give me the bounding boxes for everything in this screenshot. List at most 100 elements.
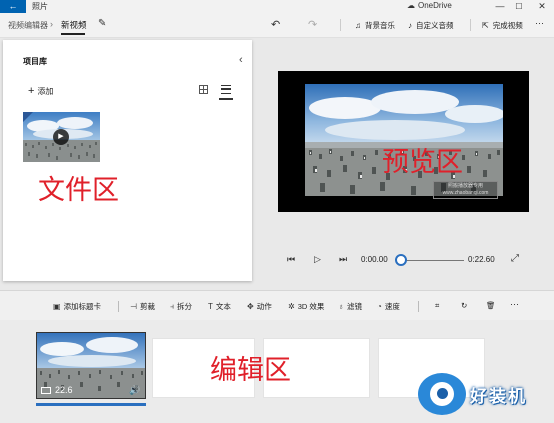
3d-effects-label: 3D 效果 xyxy=(297,302,325,311)
video-preview[interactable]: 预览区 照搬播放器专用 www.zhaobanqi.com xyxy=(278,71,529,212)
collapse-chevron-icon[interactable]: ‹ xyxy=(239,54,243,66)
redo-icon[interactable]: ↷ xyxy=(308,18,317,31)
library-video-thumbnail[interactable]: ▶ xyxy=(23,112,100,162)
split-button[interactable]: ⫞ 拆分 xyxy=(170,301,192,312)
rename-pencil-icon[interactable]: ✎ xyxy=(98,18,106,29)
motion-icon: ✥ xyxy=(247,302,254,311)
video-clip-icon xyxy=(41,387,51,394)
resize-icon[interactable]: ⌗ xyxy=(435,301,439,311)
finish-video-button[interactable]: ⇱ 完成视频 xyxy=(482,20,523,31)
play-button-icon[interactable]: ▷ xyxy=(314,254,321,265)
logo-pupil xyxy=(437,388,448,399)
skip-back-icon[interactable]: ⏮ xyxy=(287,254,295,265)
onedrive-label: OneDrive xyxy=(418,1,452,10)
custom-audio-label: 自定义音频 xyxy=(416,21,454,30)
playback-controls: ⏮ ▷ ⏭ 0:00.00 0:22.60 ⤢ xyxy=(278,250,529,270)
cloud-icon: ☁ xyxy=(407,1,415,10)
rotate-icon[interactable]: ↻ xyxy=(461,301,467,310)
finish-video-label: 完成视频 xyxy=(492,21,523,30)
more-edit-options-button[interactable]: ··· xyxy=(510,299,519,309)
play-icon[interactable]: ▶ xyxy=(53,129,69,145)
toolbar-divider xyxy=(418,301,419,312)
library-title: 项目库 xyxy=(23,57,47,66)
toolbar-divider xyxy=(470,19,471,31)
add-title-card-label: 添加标题卡 xyxy=(63,302,102,311)
site-logo-text: 好装机 xyxy=(470,387,527,406)
maximize-button[interactable]: ☐ xyxy=(507,0,531,13)
speed-icon: ◔ xyxy=(377,302,382,311)
watermark-line-2: www.zhaobanqi.com xyxy=(442,190,489,196)
undo-icon[interactable]: ↶ xyxy=(271,18,280,31)
breadcrumb-video-editor[interactable]: 视频编辑器 xyxy=(8,20,48,31)
seek-bar[interactable] xyxy=(398,260,464,261)
edit-area-annotation: 编辑区 xyxy=(210,355,291,386)
file-area-annotation: 文件区 xyxy=(38,175,119,206)
grid-view-icon[interactable] xyxy=(199,85,208,94)
breadcrumb-underline xyxy=(61,33,85,35)
speed-label: 速度 xyxy=(384,302,400,311)
trim-button[interactable]: ⊣ 剪裁 xyxy=(130,301,155,312)
split-label: 拆分 xyxy=(177,302,192,311)
add-media-label: 添加 xyxy=(37,87,54,96)
3d-effects-icon: ✲ xyxy=(288,302,295,311)
filters-label: 滤镜 xyxy=(347,302,362,311)
text-icon: T xyxy=(208,302,213,311)
plus-icon: + xyxy=(28,85,35,97)
export-icon: ⇱ xyxy=(482,21,489,30)
logo-eye xyxy=(430,382,454,406)
watermark-line-1: 照搬播放器专用 xyxy=(447,183,483,189)
breadcrumb-project-name[interactable]: 新视频 xyxy=(61,19,87,31)
preview-area-annotation: 预览区 xyxy=(382,147,463,178)
text-button[interactable]: T 文本 xyxy=(208,301,231,312)
current-time: 0:00.00 xyxy=(361,255,388,264)
total-duration: 0:22.60 xyxy=(468,255,495,264)
delete-icon[interactable]: 🗑 xyxy=(486,301,496,310)
filters-icon: ♁ xyxy=(338,302,344,311)
text-label: 文本 xyxy=(215,302,231,311)
list-view-selected-indicator xyxy=(219,98,233,100)
fullscreen-icon[interactable]: ⤢ xyxy=(511,253,519,264)
music-note-icon: ♫ xyxy=(355,21,361,30)
more-options-button[interactable]: ··· xyxy=(535,18,544,28)
title-bar: ← 照片 ☁ OneDrive — ☐ ✕ xyxy=(0,0,554,13)
storyboard-clip[interactable]: 22.6 🔊 xyxy=(36,332,146,399)
clip-duration: 22.6 xyxy=(41,385,73,395)
speed-button[interactable]: ◔ 速度 xyxy=(377,301,400,312)
background-music-label: 背景音乐 xyxy=(365,21,395,30)
audio-icon: ♪ xyxy=(408,21,412,30)
split-icon: ⫞ xyxy=(170,302,174,311)
custom-audio-button[interactable]: ♪ 自定义音频 xyxy=(408,20,454,31)
clip-volume-icon[interactable]: 🔊 xyxy=(129,385,140,396)
breadcrumb-separator: › xyxy=(50,19,53,29)
add-title-card-button[interactable]: ▣ 添加标题卡 xyxy=(53,301,101,312)
back-button[interactable]: ← xyxy=(0,0,26,13)
arrow-left-icon: ← xyxy=(8,1,18,11)
trim-label: 剪裁 xyxy=(139,302,155,311)
top-toolbar: 视频编辑器 › 新视频 ✎ ↶ ↷ ♫ 背景音乐 ♪ 自定义音频 ⇱ 完成视频 ··· xyxy=(0,13,554,38)
motion-button[interactable]: ✥ 动作 xyxy=(247,301,272,312)
preview-frame: 预览区 xyxy=(305,84,503,196)
watermark: 照搬播放器专用 www.zhaobanqi.com xyxy=(433,181,498,199)
3d-effects-button[interactable]: ✲ 3D 效果 xyxy=(288,301,324,312)
clip-duration-value: 22.6 xyxy=(55,385,73,395)
add-media-button[interactable]: + 添加 xyxy=(28,85,53,97)
selected-clip-indicator xyxy=(36,403,146,406)
motion-label: 动作 xyxy=(256,302,272,311)
project-library-panel: 项目库 ‹ + 添加 ▶ 文件区 xyxy=(3,40,252,281)
app-title: 照片 xyxy=(32,2,48,11)
trim-icon: ⊣ xyxy=(130,302,137,311)
filters-button[interactable]: ♁ 滤镜 xyxy=(338,301,362,312)
list-view-icon[interactable] xyxy=(221,85,231,94)
seek-bar-thumb[interactable] xyxy=(395,254,407,266)
onedrive-status[interactable]: ☁ OneDrive xyxy=(407,1,452,10)
site-logo-icon xyxy=(418,373,466,415)
toolbar-divider xyxy=(118,301,119,312)
skip-forward-icon[interactable]: ⏭ xyxy=(339,254,347,265)
toolbar-divider xyxy=(340,19,341,31)
storyboard-toolbar: ▣ 添加标题卡 ⊣ 剪裁 ⫞ 拆分 T 文本 ✥ 动作 ✲ 3D 效果 ♁ 滤镜 ◔ 速度 ⌗ … xyxy=(0,290,554,320)
background-music-button[interactable]: ♫ 背景音乐 xyxy=(355,20,395,31)
added-corner-marker xyxy=(23,112,33,122)
storyboard-area: 22.6 🔊 编辑区 xyxy=(0,320,554,423)
title-card-icon: ▣ xyxy=(53,302,61,311)
close-button[interactable]: ✕ xyxy=(530,0,554,13)
